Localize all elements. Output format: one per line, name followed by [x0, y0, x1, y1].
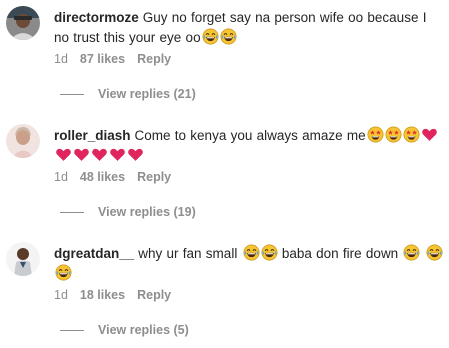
avatar[interactable]: [6, 124, 40, 158]
comment-time: 1d: [54, 170, 68, 184]
divider-line: [60, 211, 84, 213]
comment-likes[interactable]: 48 likes: [80, 170, 125, 184]
comment-meta: 1d 18 likes Reply: [54, 288, 171, 302]
comment-message-part: baba don fire down: [281, 246, 399, 261]
comment-username[interactable]: roller_diash: [54, 128, 131, 143]
view-replies-button[interactable]: View replies (21): [60, 87, 196, 101]
laughing-tears-emoji-icon: [403, 244, 420, 261]
comment-username[interactable]: directormoze: [54, 10, 139, 25]
comment-message-part: why ur fan small: [138, 246, 238, 261]
star-struck-emoji-icon: [367, 126, 384, 143]
reply-button[interactable]: Reply: [137, 52, 171, 66]
comment-likes[interactable]: 87 likes: [80, 52, 125, 66]
view-replies-button[interactable]: View replies (19): [60, 205, 196, 219]
comment-text: roller_diash Come to kenya you always ama…: [54, 126, 443, 166]
red-heart-emoji-icon: [73, 146, 90, 163]
view-replies-label: View replies (21): [98, 87, 196, 101]
reply-button[interactable]: Reply: [137, 170, 171, 184]
red-heart-emoji-icon: [55, 146, 72, 163]
comment-username[interactable]: dgreatdan__: [54, 246, 134, 261]
divider-line: [60, 329, 84, 331]
laughing-tears-emoji-icon: [426, 244, 443, 261]
comment-time: 1d: [54, 288, 68, 302]
laughing-tears-emoji-icon: [202, 28, 219, 45]
laughing-tears-emoji-icon: [220, 28, 237, 45]
comment-text: directormoze Guy no forget say na person …: [54, 8, 443, 48]
red-heart-emoji-icon: [91, 146, 108, 163]
view-replies-label: View replies (19): [98, 205, 196, 219]
laughing-tears-emoji-icon: [55, 264, 72, 281]
comment-meta: 1d 48 likes Reply: [54, 170, 171, 184]
view-replies-label: View replies (5): [98, 323, 189, 337]
comment-message: Come to kenya you always amaze me: [134, 128, 366, 143]
comment-likes[interactable]: 18 likes: [80, 288, 125, 302]
reply-button[interactable]: Reply: [137, 288, 171, 302]
avatar[interactable]: [6, 6, 40, 40]
comment-text: dgreatdan__ why ur fan small baba don fir…: [54, 244, 443, 284]
star-struck-emoji-icon: [385, 126, 402, 143]
red-heart-emoji-icon: [109, 146, 126, 163]
avatar[interactable]: [6, 242, 40, 276]
comment-meta: 1d 87 likes Reply: [54, 52, 171, 66]
laughing-tears-emoji-icon: [243, 244, 260, 261]
red-heart-emoji-icon: [421, 126, 438, 143]
view-replies-button[interactable]: View replies (5): [60, 323, 189, 337]
comment-time: 1d: [54, 52, 68, 66]
star-struck-emoji-icon: [403, 126, 420, 143]
red-heart-emoji-icon: [127, 146, 144, 163]
divider-line: [60, 93, 84, 95]
laughing-tears-emoji-icon: [261, 244, 278, 261]
